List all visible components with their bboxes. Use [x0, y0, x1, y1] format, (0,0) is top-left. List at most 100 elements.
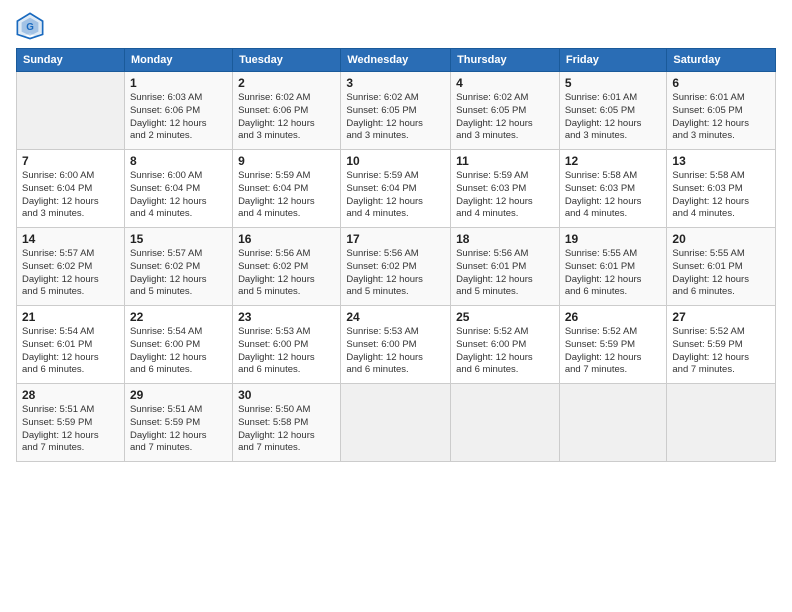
day-cell	[667, 384, 776, 462]
week-row-4: 21 Sunrise: 5:54 AM Sunset: 6:01 PM Dayli…	[17, 306, 776, 384]
day-number: 13	[672, 154, 770, 168]
week-row-1: 1Sunrise: 6:03 AM Sunset: 6:06 PM Daylig…	[17, 72, 776, 150]
day-info: Sunrise: 5:57 AM Sunset: 6:02 PM Dayligh…	[130, 248, 227, 299]
day-cell: 27 Sunrise: 5:52 AM Sunset: 5:59 PM Dayli…	[667, 306, 776, 384]
day-info: Sunrise: 5:52 AM Sunset: 5:59 PM Dayligh…	[672, 326, 770, 377]
day-cell: 22 Sunrise: 5:54 AM Sunset: 6:00 PM Dayli…	[124, 306, 232, 384]
day-cell: 2 Sunrise: 6:02 AM Sunset: 6:06 PM Daylig…	[233, 72, 341, 150]
day-cell: 11Sunrise: 5:59 AM Sunset: 6:03 PM Dayli…	[451, 150, 560, 228]
day-info: Sunrise: 6:02 AM Sunset: 6:05 PM Dayligh…	[346, 92, 445, 143]
week-row-3: 14 Sunrise: 5:57 AM Sunset: 6:02 PM Dayli…	[17, 228, 776, 306]
day-cell: 7Sunrise: 6:00 AM Sunset: 6:04 PM Daylig…	[17, 150, 125, 228]
day-number: 18	[456, 232, 554, 246]
day-number: 10	[346, 154, 445, 168]
day-cell: 8Sunrise: 6:00 AM Sunset: 6:04 PM Daylig…	[124, 150, 232, 228]
day-info: Sunrise: 5:53 AM Sunset: 6:00 PM Dayligh…	[346, 326, 445, 377]
day-cell: 23 Sunrise: 5:53 AM Sunset: 6:00 PM Dayli…	[233, 306, 341, 384]
day-number: 23	[238, 310, 335, 324]
day-info: Sunrise: 5:53 AM Sunset: 6:00 PM Dayligh…	[238, 326, 335, 377]
day-number: 19	[565, 232, 662, 246]
header-cell-friday: Friday	[559, 49, 667, 72]
day-cell: 12Sunrise: 5:58 AM Sunset: 6:03 PM Dayli…	[559, 150, 667, 228]
calendar-table: SundayMondayTuesdayWednesdayThursdayFrid…	[16, 48, 776, 462]
day-cell: 3 Sunrise: 6:02 AM Sunset: 6:05 PM Daylig…	[341, 72, 451, 150]
day-info: Sunrise: 6:01 AM Sunset: 6:05 PM Dayligh…	[672, 92, 770, 143]
day-cell: 26Sunrise: 5:52 AM Sunset: 5:59 PM Dayli…	[559, 306, 667, 384]
day-cell: 15 Sunrise: 5:57 AM Sunset: 6:02 PM Dayli…	[124, 228, 232, 306]
day-cell: 30 Sunrise: 5:50 AM Sunset: 5:58 PM Dayli…	[233, 384, 341, 462]
day-cell: 4 Sunrise: 6:02 AM Sunset: 6:05 PM Daylig…	[451, 72, 560, 150]
header-cell-wednesday: Wednesday	[341, 49, 451, 72]
day-cell: 25 Sunrise: 5:52 AM Sunset: 6:00 PM Dayli…	[451, 306, 560, 384]
day-number: 15	[130, 232, 227, 246]
day-info: Sunrise: 5:56 AM Sunset: 6:01 PM Dayligh…	[456, 248, 554, 299]
day-info: Sunrise: 5:52 AM Sunset: 6:00 PM Dayligh…	[456, 326, 554, 377]
day-number: 17	[346, 232, 445, 246]
week-row-2: 7Sunrise: 6:00 AM Sunset: 6:04 PM Daylig…	[17, 150, 776, 228]
day-cell: 6 Sunrise: 6:01 AM Sunset: 6:05 PM Daylig…	[667, 72, 776, 150]
day-number: 21	[22, 310, 119, 324]
logo-icon: G	[16, 12, 44, 40]
day-number: 11	[456, 154, 554, 168]
day-info: Sunrise: 5:51 AM Sunset: 5:59 PM Dayligh…	[22, 404, 119, 455]
header-cell-thursday: Thursday	[451, 49, 560, 72]
day-info: Sunrise: 5:55 AM Sunset: 6:01 PM Dayligh…	[565, 248, 662, 299]
header-cell-saturday: Saturday	[667, 49, 776, 72]
day-number: 3	[346, 76, 445, 90]
day-info: Sunrise: 6:00 AM Sunset: 6:04 PM Dayligh…	[22, 170, 119, 221]
day-info: Sunrise: 6:02 AM Sunset: 6:06 PM Dayligh…	[238, 92, 335, 143]
day-number: 2	[238, 76, 335, 90]
day-cell: 9 Sunrise: 5:59 AM Sunset: 6:04 PM Daylig…	[233, 150, 341, 228]
header-cell-tuesday: Tuesday	[233, 49, 341, 72]
day-number: 25	[456, 310, 554, 324]
day-info: Sunrise: 6:02 AM Sunset: 6:05 PM Dayligh…	[456, 92, 554, 143]
day-info: Sunrise: 5:54 AM Sunset: 6:00 PM Dayligh…	[130, 326, 227, 377]
header-cell-sunday: Sunday	[17, 49, 125, 72]
day-number: 9	[238, 154, 335, 168]
day-info: Sunrise: 5:59 AM Sunset: 6:04 PM Dayligh…	[346, 170, 445, 221]
week-row-5: 28Sunrise: 5:51 AM Sunset: 5:59 PM Dayli…	[17, 384, 776, 462]
day-number: 8	[130, 154, 227, 168]
day-number: 24	[346, 310, 445, 324]
day-number: 27	[672, 310, 770, 324]
day-cell	[17, 72, 125, 150]
day-number: 22	[130, 310, 227, 324]
header: G	[16, 12, 776, 40]
day-number: 20	[672, 232, 770, 246]
day-cell: 28Sunrise: 5:51 AM Sunset: 5:59 PM Dayli…	[17, 384, 125, 462]
day-cell	[559, 384, 667, 462]
day-cell: 5 Sunrise: 6:01 AM Sunset: 6:05 PM Daylig…	[559, 72, 667, 150]
day-cell: 10 Sunrise: 5:59 AM Sunset: 6:04 PM Dayli…	[341, 150, 451, 228]
day-info: Sunrise: 6:01 AM Sunset: 6:05 PM Dayligh…	[565, 92, 662, 143]
day-info: Sunrise: 5:50 AM Sunset: 5:58 PM Dayligh…	[238, 404, 335, 455]
day-cell: 24 Sunrise: 5:53 AM Sunset: 6:00 PM Dayli…	[341, 306, 451, 384]
day-cell: 18 Sunrise: 5:56 AM Sunset: 6:01 PM Dayli…	[451, 228, 560, 306]
day-info: Sunrise: 5:57 AM Sunset: 6:02 PM Dayligh…	[22, 248, 119, 299]
day-number: 4	[456, 76, 554, 90]
day-cell: 20Sunrise: 5:55 AM Sunset: 6:01 PM Dayli…	[667, 228, 776, 306]
day-info: Sunrise: 5:56 AM Sunset: 6:02 PM Dayligh…	[346, 248, 445, 299]
day-info: Sunrise: 5:54 AM Sunset: 6:01 PM Dayligh…	[22, 326, 119, 377]
day-number: 26	[565, 310, 662, 324]
logo: G	[16, 12, 46, 40]
day-info: Sunrise: 5:58 AM Sunset: 6:03 PM Dayligh…	[672, 170, 770, 221]
day-number: 5	[565, 76, 662, 90]
day-number: 1	[130, 76, 227, 90]
day-info: Sunrise: 5:51 AM Sunset: 5:59 PM Dayligh…	[130, 404, 227, 455]
page: G SundayMondayTuesdayWednesdayThursdayFr…	[0, 0, 792, 612]
day-number: 14	[22, 232, 119, 246]
day-cell: 19 Sunrise: 5:55 AM Sunset: 6:01 PM Dayli…	[559, 228, 667, 306]
day-cell: 16 Sunrise: 5:56 AM Sunset: 6:02 PM Dayli…	[233, 228, 341, 306]
day-cell: 14 Sunrise: 5:57 AM Sunset: 6:02 PM Dayli…	[17, 228, 125, 306]
day-number: 6	[672, 76, 770, 90]
day-cell: 17 Sunrise: 5:56 AM Sunset: 6:02 PM Dayli…	[341, 228, 451, 306]
calendar-header: SundayMondayTuesdayWednesdayThursdayFrid…	[17, 49, 776, 72]
day-cell: 21 Sunrise: 5:54 AM Sunset: 6:01 PM Dayli…	[17, 306, 125, 384]
header-row: SundayMondayTuesdayWednesdayThursdayFrid…	[17, 49, 776, 72]
day-info: Sunrise: 5:59 AM Sunset: 6:04 PM Dayligh…	[238, 170, 335, 221]
day-cell: 1Sunrise: 6:03 AM Sunset: 6:06 PM Daylig…	[124, 72, 232, 150]
day-number: 16	[238, 232, 335, 246]
day-info: Sunrise: 5:56 AM Sunset: 6:02 PM Dayligh…	[238, 248, 335, 299]
day-number: 30	[238, 388, 335, 402]
day-cell: 13 Sunrise: 5:58 AM Sunset: 6:03 PM Dayli…	[667, 150, 776, 228]
